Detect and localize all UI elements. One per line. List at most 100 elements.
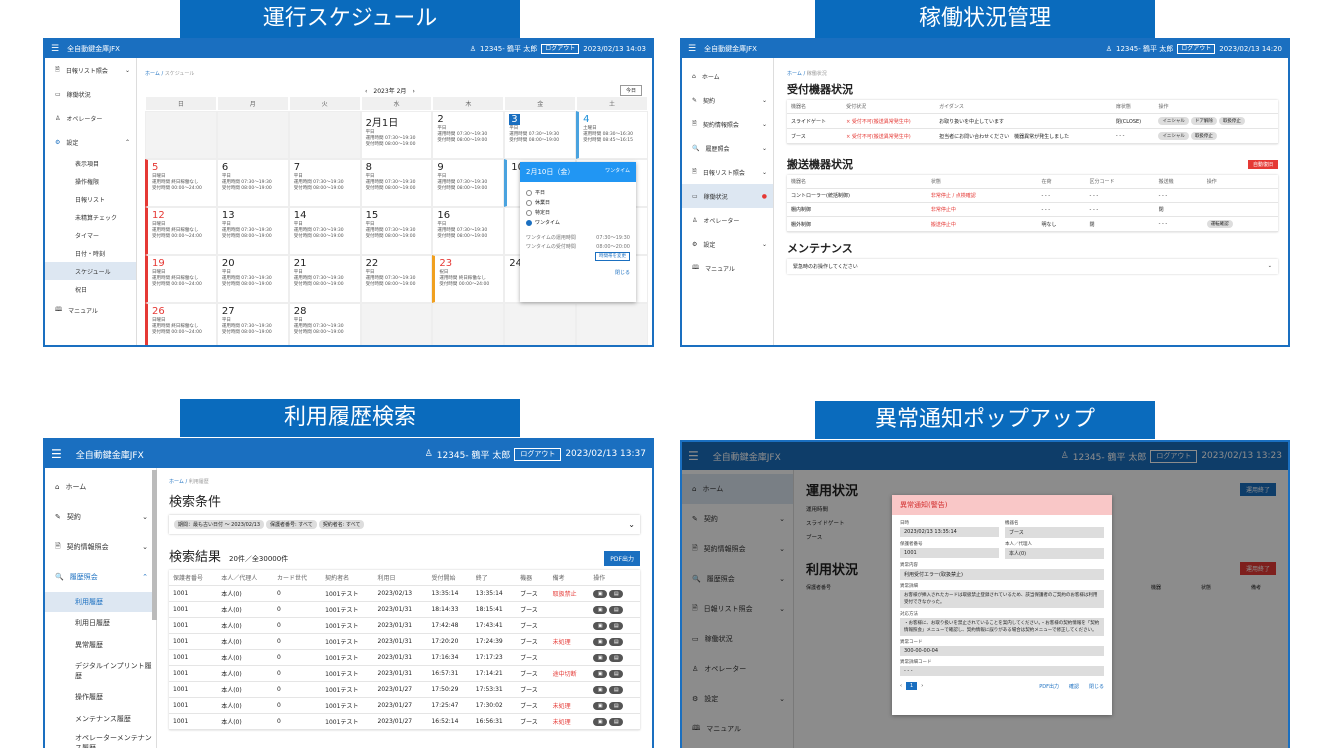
detail-icon[interactable]: ▣ bbox=[593, 653, 608, 662]
alert-confirm-button[interactable]: 確認 bbox=[1069, 683, 1079, 690]
sidebar-item-contract-info[interactable]: 🗎 契約情報照会 ⌄ bbox=[682, 112, 773, 136]
initial-button[interactable]: イニシャル bbox=[1158, 117, 1189, 125]
radio-weekday[interactable]: 平日 bbox=[526, 189, 630, 196]
sidebar-sub-operation[interactable]: 操作履歴 bbox=[45, 686, 156, 708]
detail-icon[interactable]: ▣ bbox=[593, 669, 608, 678]
sidebar-sub-op-maintenance[interactable]: オペレーターメンテナンス履歴 bbox=[45, 730, 156, 748]
calendar-cell[interactable]: 13 平日 運用時間 07:30〜19:30 受付時間 08:00〜19:00 bbox=[216, 207, 289, 255]
calendar-cell[interactable]: 27 平日 運用時間 07:30〜19:30 受付時間 08:00〜19:00 bbox=[216, 303, 289, 345]
card-icon[interactable]: ▤ bbox=[609, 685, 624, 694]
change-time-button[interactable]: 時間帯を変更 bbox=[595, 252, 630, 261]
today-button[interactable]: 今日 bbox=[619, 85, 642, 96]
sidebar-sub-display[interactable]: 表示項目 bbox=[45, 154, 136, 172]
card-icon[interactable]: ▤ bbox=[609, 589, 624, 598]
menu-icon[interactable]: ☰ bbox=[51, 447, 62, 461]
card-icon[interactable]: ▤ bbox=[609, 653, 624, 662]
sidebar-item-daily-report[interactable]: 🗎 日報リスト照会 ⌄ bbox=[45, 58, 136, 82]
calendar-cell[interactable]: 2月1日 平日 運用時間 07:30〜19:30 受付時間 08:00〜19:00 bbox=[360, 111, 433, 159]
sidebar-sub-datetime[interactable]: 日付・時刻 bbox=[45, 244, 136, 262]
menu-icon[interactable]: ☰ bbox=[688, 44, 696, 54]
calendar-cell[interactable]: 20 平日 運用時間 07:30〜19:30 受付時間 08:00〜19:00 bbox=[216, 255, 289, 303]
stop-button[interactable]: 取扱停止 bbox=[1190, 132, 1217, 140]
calendar-cell[interactable]: 12 日曜日 運用時間 終日稼働なし 受付時間 00:00〜24:00 bbox=[145, 207, 217, 255]
calendar-cell[interactable]: 19 日曜日 運用時間 終日稼働なし 受付時間 00:00〜24:00 bbox=[145, 255, 217, 303]
sidebar-item-manual[interactable]: 🕮 マニュアル bbox=[45, 298, 136, 322]
pdf-export-button[interactable]: PDF出力 bbox=[604, 551, 640, 566]
logout-button[interactable]: ログアウト bbox=[514, 447, 562, 461]
detail-icon[interactable]: ▣ bbox=[593, 637, 608, 646]
calendar-cell[interactable]: 22 平日 運用時間 07:30〜19:30 受付時間 08:00〜19:00 bbox=[360, 255, 433, 303]
calendar-cell[interactable]: 26 日曜日 運用時間 終日稼働なし 受付時間 00:00〜24:00 bbox=[145, 303, 217, 345]
sidebar-sub-schedule[interactable]: スケジュール bbox=[45, 262, 136, 280]
sidebar-item-contract[interactable]: ✎ 契約 ⌄ bbox=[682, 88, 773, 112]
next-month-icon[interactable]: › bbox=[412, 88, 414, 95]
calendar-cell[interactable]: 14 平日 運用時間 07:30〜19:30 受付時間 08:00〜19:00 bbox=[288, 207, 361, 255]
sidebar-item-home[interactable]: ⌂ ホーム bbox=[682, 64, 773, 88]
menu-icon[interactable]: ☰ bbox=[51, 44, 59, 54]
logout-button[interactable]: ログアウト bbox=[1177, 44, 1216, 54]
card-icon[interactable]: ▤ bbox=[609, 637, 624, 646]
card-icon[interactable]: ▤ bbox=[609, 717, 624, 726]
stop-button[interactable]: 取扱停止 bbox=[1218, 117, 1245, 125]
calendar-cell[interactable]: 8 平日 運用時間 07:30〜19:30 受付時間 08:00〜19:00 bbox=[360, 159, 433, 207]
maintenance-panel[interactable]: 緊急時のお操作してください ⌄ bbox=[787, 259, 1278, 274]
card-icon[interactable]: ▤ bbox=[609, 605, 624, 614]
calendar-cell[interactable]: 15 平日 運用時間 07:30〜19:30 受付時間 08:00〜19:00 bbox=[360, 207, 433, 255]
sidebar-item-history[interactable]: 🔍 履歴照会 ⌃ bbox=[45, 562, 156, 592]
sidebar-item-manual[interactable]: 🕮 マニュアル bbox=[682, 256, 773, 280]
card-icon[interactable]: ▤ bbox=[609, 621, 624, 630]
sidebar-sub-daily[interactable]: 日報リスト bbox=[45, 190, 136, 208]
alert-close-button[interactable]: 閉じる bbox=[1089, 683, 1104, 690]
calendar-cell[interactable]: 9 平日 運用時間 07:30〜19:30 受付時間 08:00〜19:00 bbox=[432, 159, 505, 207]
calendar-cell[interactable]: 28 平日 運用時間 07:30〜19:30 受付時間 08:00〜19:00 bbox=[288, 303, 361, 345]
sidebar-sub-daily-usage[interactable]: 利用日履歴 bbox=[45, 612, 156, 634]
detail-icon[interactable]: ▣ bbox=[593, 621, 608, 630]
prev-page-icon[interactable]: ‹ bbox=[900, 683, 902, 689]
sidebar-item-status[interactable]: ▭ 稼働状況 ● bbox=[682, 184, 773, 208]
popup-close-button[interactable]: 閉じる bbox=[526, 269, 630, 276]
sidebar-scrollbar[interactable] bbox=[152, 470, 157, 620]
radio-special[interactable]: 特定日 bbox=[526, 209, 630, 216]
auto-recover-button[interactable]: 自動復旧 bbox=[1247, 159, 1278, 169]
sidebar-sub-permission[interactable]: 操作権限 bbox=[45, 172, 136, 190]
sidebar-sub-digital[interactable]: デジタルインプリント履歴 bbox=[45, 656, 156, 686]
sidebar-item-settings[interactable]: ⚙ 設定 ⌄ bbox=[682, 232, 773, 256]
detail-icon[interactable]: ▣ bbox=[593, 605, 608, 614]
detail-icon[interactable]: ▣ bbox=[593, 685, 608, 694]
calendar-cell[interactable]: 21 平日 運用時間 07:30〜19:30 受付時間 08:00〜19:00 bbox=[288, 255, 361, 303]
calendar-cell[interactable]: 4 土曜日 運用時間 08:30〜16:30 受付時間 08:45〜16:15 bbox=[576, 111, 648, 159]
sidebar-sub-maintenance[interactable]: メンテナンス履歴 bbox=[45, 708, 156, 730]
sidebar-item-contract[interactable]: ✎ 契約 ⌄ bbox=[45, 502, 156, 532]
search-conditions[interactable]: 期間：最も古い日付 〜 2023/02/13 保護者番号: すべて 契約者名: … bbox=[169, 515, 640, 534]
sidebar-item-daily-report[interactable]: 🗎 日報リスト照会 ⌄ bbox=[682, 160, 773, 184]
alert-pdf-button[interactable]: PDF出力 bbox=[1039, 683, 1059, 690]
sidebar-item-settings[interactable]: ⚙ 設定 ⌃ bbox=[45, 130, 136, 154]
calendar-cell[interactable]: 23 祝日 運用時間 終日稼働なし 受付時間 00:00〜24:00 bbox=[432, 255, 505, 303]
sidebar-sub-holiday[interactable]: 祝日 bbox=[45, 280, 136, 298]
sidebar-item-history[interactable]: 🔍 履歴照会 ⌄ bbox=[682, 136, 773, 160]
page-number[interactable]: 1 bbox=[906, 682, 918, 690]
sidebar-sub-error[interactable]: 異常履歴 bbox=[45, 634, 156, 656]
sidebar-item-status[interactable]: ▭ 稼働状況 bbox=[45, 82, 136, 106]
radio-closed[interactable]: 休業日 bbox=[526, 199, 630, 206]
detail-icon[interactable]: ▣ bbox=[593, 589, 608, 598]
calendar-cell[interactable]: 5 日曜日 運用時間 終日稼働なし 受付時間 00:00〜24:00 bbox=[145, 159, 217, 207]
sidebar-item-operator[interactable]: ♙ オペレーター bbox=[682, 208, 773, 232]
calendar-cell[interactable]: 6 平日 運用時間 07:30〜19:30 受付時間 08:00〜19:00 bbox=[216, 159, 289, 207]
sidebar-sub-usage[interactable]: 利用履歴 bbox=[45, 592, 156, 612]
sidebar-item-operator[interactable]: ♙ オペレーター bbox=[45, 106, 136, 130]
next-page-icon[interactable]: › bbox=[921, 683, 923, 689]
radio-onetime[interactable]: ワンタイム bbox=[526, 219, 630, 226]
calendar-cell-today[interactable]: 3 平日 運用時間 07:30〜19:30 受付時間 08:00〜19:00 bbox=[504, 111, 577, 159]
sidebar-sub-unsettled[interactable]: 未精算チェック bbox=[45, 208, 136, 226]
detail-icon[interactable]: ▣ bbox=[593, 717, 608, 726]
calendar-cell[interactable]: 7 平日 運用時間 07:30〜19:30 受付時間 08:00〜19:00 bbox=[288, 159, 361, 207]
logout-button[interactable]: ログアウト bbox=[541, 44, 580, 54]
sidebar-item-home[interactable]: ⌂ ホーム bbox=[45, 472, 156, 502]
door-release-button[interactable]: ドア解除 bbox=[1190, 117, 1217, 125]
card-icon[interactable]: ▤ bbox=[609, 701, 624, 710]
sidebar-item-contract-info[interactable]: 🗎 契約情報照会 ⌄ bbox=[45, 532, 156, 562]
calendar-cell[interactable]: 2 平日 運用時間 07:30〜19:30 受付時間 08:00〜19:00 bbox=[432, 111, 505, 159]
prev-month-icon[interactable]: ‹ bbox=[365, 88, 367, 95]
sidebar-sub-timer[interactable]: タイマー bbox=[45, 226, 136, 244]
